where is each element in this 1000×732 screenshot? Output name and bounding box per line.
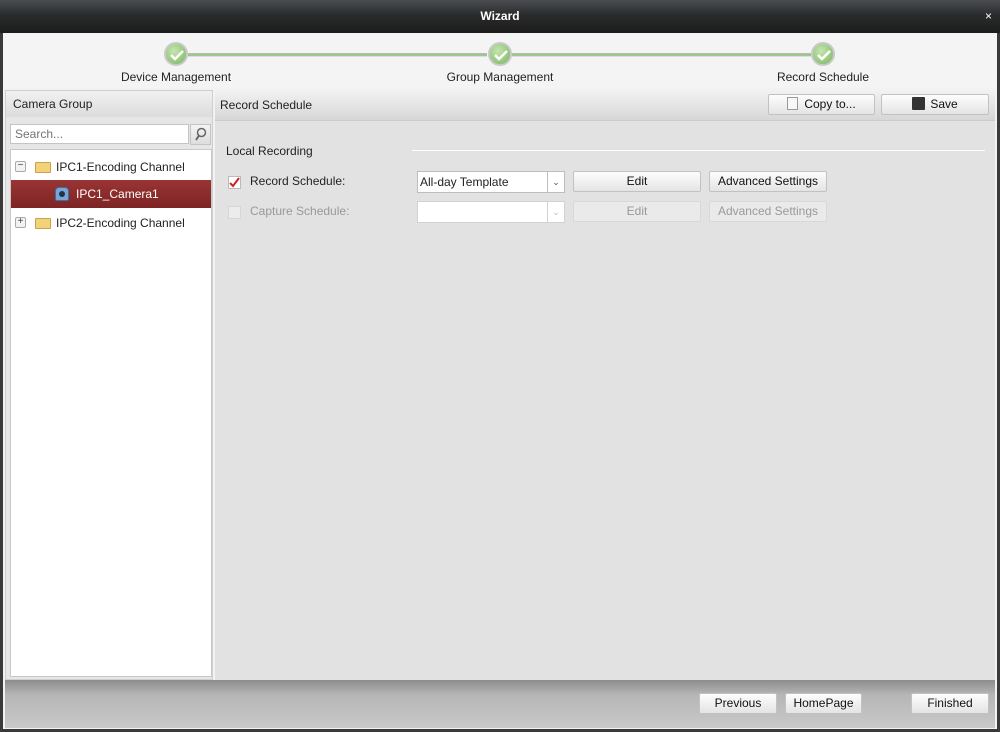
- tree-node-label: IPC1-Encoding Channel: [56, 160, 185, 174]
- record-schedule-panel: Record Schedule Copy to... Save Local Re…: [215, 90, 995, 680]
- advanced-settings-record-button[interactable]: Advanced Settings: [709, 171, 827, 192]
- chevron-down-icon: ⌄: [547, 202, 564, 222]
- close-button[interactable]: ×: [985, 0, 992, 33]
- panel-title: Record Schedule: [215, 90, 995, 121]
- edit-record-button[interactable]: Edit: [573, 171, 701, 192]
- folder-icon: [35, 218, 51, 229]
- record-schedule-label: Record Schedule:: [250, 174, 346, 188]
- capture-template-select[interactable]: ⌄: [417, 201, 565, 223]
- edit-capture-button[interactable]: Edit: [573, 201, 701, 222]
- step-connector: [188, 53, 487, 57]
- step-label: Group Management: [446, 70, 554, 84]
- step-connector: [512, 53, 811, 57]
- camera-tree: − IPC1-Encoding Channel IPC1_Camera1 + I…: [10, 149, 212, 677]
- wizard-steps: Device Management Group Management Recor…: [3, 33, 997, 88]
- section-title: Local Recording: [226, 144, 313, 158]
- expand-icon[interactable]: +: [15, 217, 26, 228]
- finished-button[interactable]: Finished: [911, 693, 989, 714]
- record-template-select[interactable]: All-day Template ⌄: [417, 171, 565, 193]
- search-icon: [195, 127, 207, 141]
- search-input[interactable]: [10, 124, 189, 144]
- panel-title: Camera Group: [6, 91, 212, 117]
- wizard-window: Device Management Group Management Recor…: [3, 33, 997, 729]
- copy-to-button[interactable]: Copy to...: [768, 94, 875, 115]
- camera-group-panel: Camera Group − IPC1-Encoding Channel IPC…: [5, 90, 213, 680]
- footer-bar: Previous HomePage Finished: [5, 680, 995, 728]
- chevron-down-icon: ⌄: [547, 172, 564, 192]
- copy-icon: [787, 97, 799, 110]
- capture-schedule-checkbox[interactable]: [228, 206, 241, 219]
- save-label: Save: [930, 97, 958, 111]
- window-title: Wizard: [480, 9, 520, 23]
- step-complete-icon: [488, 42, 512, 66]
- title-bar: Wizard: [0, 0, 1000, 33]
- step-label: Device Management: [120, 70, 232, 84]
- tree-node-label: IPC1_Camera1: [76, 187, 159, 201]
- save-icon: [912, 97, 926, 110]
- section-divider: [412, 150, 985, 151]
- tree-node-ipc2[interactable]: + IPC2-Encoding Channel: [11, 210, 211, 236]
- capture-schedule-label: Capture Schedule:: [250, 204, 350, 218]
- advanced-settings-capture-button[interactable]: Advanced Settings: [709, 201, 827, 222]
- folder-icon: [35, 162, 51, 173]
- tree-node-camera1[interactable]: IPC1_Camera1: [11, 180, 211, 208]
- step-label: Record Schedule: [776, 70, 870, 84]
- homepage-button[interactable]: HomePage: [785, 693, 862, 714]
- step-complete-icon: [811, 42, 835, 66]
- checkmark-icon: [229, 177, 240, 188]
- select-value: All-day Template: [420, 175, 509, 189]
- save-button[interactable]: Save: [881, 94, 989, 115]
- collapse-icon[interactable]: −: [15, 161, 26, 172]
- previous-button[interactable]: Previous: [699, 693, 777, 714]
- step-complete-icon: [164, 42, 188, 66]
- copy-to-label: Copy to...: [804, 97, 856, 111]
- tree-node-ipc1[interactable]: − IPC1-Encoding Channel: [11, 154, 211, 180]
- search-button[interactable]: [190, 124, 211, 145]
- camera-icon: [55, 187, 69, 201]
- record-schedule-checkbox[interactable]: [228, 176, 241, 189]
- tree-node-label: IPC2-Encoding Channel: [56, 216, 185, 230]
